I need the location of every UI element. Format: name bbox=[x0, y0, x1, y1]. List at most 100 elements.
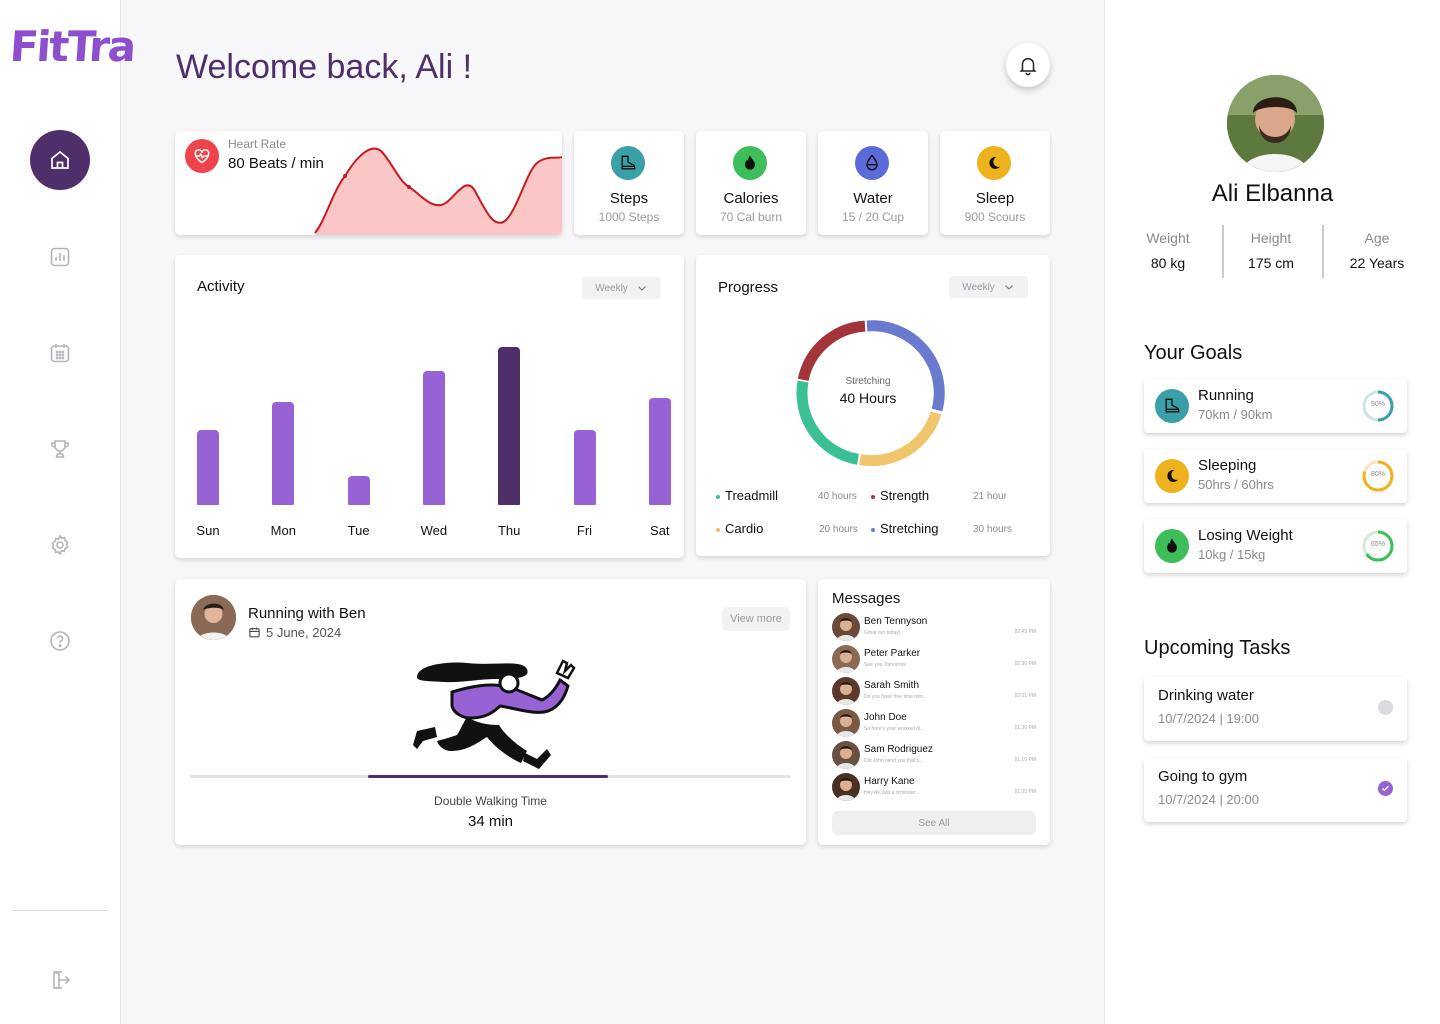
workout-date-row: 5 June, 2024 bbox=[248, 625, 341, 640]
nav-trophy[interactable] bbox=[30, 419, 90, 479]
workout-progress-fill bbox=[368, 775, 609, 778]
goal-title: Losing Weight bbox=[1198, 527, 1293, 544]
bell-icon bbox=[1019, 57, 1037, 76]
legend-label: Treadmill bbox=[725, 488, 778, 503]
messages-card: Messages Ben Tennyson Great run today! 02:… bbox=[818, 579, 1050, 845]
metric-divider bbox=[1322, 225, 1324, 278]
drop-icon bbox=[855, 146, 889, 180]
goal-card[interactable]: Running 70km / 90km 50% bbox=[1144, 379, 1407, 433]
avatar bbox=[832, 741, 860, 769]
activity-period-dropdown[interactable]: Weekly bbox=[582, 277, 661, 299]
goal-percent: 80% bbox=[1370, 471, 1385, 478]
task-checkbox[interactable] bbox=[1378, 781, 1393, 796]
legend-dot bbox=[871, 494, 875, 499]
message-sender: Sarah Smith bbox=[864, 680, 920, 691]
task-datetime: 10/7/2024 | 19:00 bbox=[1158, 711, 1259, 726]
message-time: 01:05 PM bbox=[1014, 789, 1036, 795]
message-row[interactable]: Peter Parker See you Tomorrow 02:30 PM bbox=[832, 645, 1036, 673]
legend-label: Cardio bbox=[725, 521, 764, 536]
boot-icon bbox=[1155, 389, 1189, 423]
legend-value: 21 hour bbox=[973, 491, 1007, 502]
flame-icon bbox=[733, 146, 767, 180]
task-checkbox[interactable] bbox=[1378, 700, 1393, 715]
dropdown-label: Weekly bbox=[595, 282, 628, 294]
nav-settings[interactable] bbox=[30, 515, 90, 575]
legend-value: 30 hours bbox=[973, 524, 1012, 535]
profile-avatar[interactable] bbox=[1227, 75, 1324, 172]
metric-age: Age 22 Years bbox=[1327, 230, 1427, 271]
progress-period-dropdown[interactable]: Weekly bbox=[949, 276, 1028, 298]
logout-button[interactable] bbox=[30, 950, 90, 1010]
chevron-down-icon bbox=[1004, 285, 1013, 290]
activity-bar[interactable] bbox=[197, 430, 219, 505]
activity-bar[interactable] bbox=[422, 371, 445, 505]
calendar-icon bbox=[50, 344, 70, 363]
activity-bar[interactable] bbox=[272, 402, 295, 505]
help-icon bbox=[50, 631, 70, 651]
message-time: 02:01 PM bbox=[1014, 693, 1036, 699]
nav-calendar[interactable] bbox=[30, 323, 90, 383]
nav-home[interactable] bbox=[30, 130, 90, 190]
legend-dot bbox=[716, 527, 720, 532]
dropdown-label: Weekly bbox=[962, 281, 995, 293]
message-row[interactable]: Sarah Smith Do you have free time tom... 0… bbox=[832, 677, 1036, 705]
calories-card[interactable]: Calories 70 Cal burn bbox=[696, 131, 806, 235]
goals-title: Your Goals bbox=[1144, 342, 1243, 364]
activity-bar[interactable] bbox=[648, 398, 671, 505]
goal-sub: 10kg / 15kg bbox=[1198, 547, 1266, 562]
nav-help[interactable] bbox=[30, 611, 90, 671]
metric-value: 80 kg bbox=[1150, 255, 1186, 271]
message-preview: Did John send you that p... bbox=[864, 758, 924, 764]
message-preview: Great run today! bbox=[864, 630, 901, 636]
message-row[interactable]: Ben Tennyson Great run today! 02:45 PM bbox=[832, 613, 1036, 641]
view-more-button[interactable]: View more bbox=[722, 607, 790, 631]
goal-progress-ring: 50% bbox=[1361, 389, 1395, 423]
goal-card[interactable]: Losing Weight 10kg / 15kg 65% bbox=[1144, 519, 1407, 573]
message-preview: Hey Ali, just a reminder... bbox=[864, 790, 920, 796]
message-row[interactable]: John Doe So here's your workout pl... 01:3… bbox=[832, 709, 1036, 737]
avatar bbox=[832, 677, 860, 705]
legend-value: 20 hours bbox=[819, 524, 858, 535]
nav-stats[interactable] bbox=[30, 227, 90, 287]
app-logo[interactable]: FitTra bbox=[8, 22, 136, 71]
goal-title: Sleeping bbox=[1198, 457, 1257, 474]
message-time: 01:30 PM bbox=[1014, 725, 1036, 731]
heart-rate-card[interactable]: Heart Rate 80 Beats / min bbox=[175, 131, 562, 235]
message-sender: John Doe bbox=[864, 712, 907, 723]
goal-progress-ring: 65% bbox=[1361, 529, 1395, 563]
notification-button[interactable] bbox=[1006, 43, 1050, 87]
task-card[interactable]: Drinking water 10/7/2024 | 19:00 bbox=[1144, 677, 1407, 741]
stat-sub: 900 Scours bbox=[964, 210, 1026, 224]
activity-bar[interactable] bbox=[498, 347, 521, 505]
see-all-button[interactable]: See All bbox=[832, 811, 1036, 835]
water-card[interactable]: Water 15 / 20 Cup bbox=[818, 131, 928, 235]
activity-day-label: Sat bbox=[650, 523, 670, 538]
metric-height: Height 175 cm bbox=[1221, 230, 1321, 271]
task-title: Going to gym bbox=[1158, 768, 1248, 785]
stat-sub: 1000 Steps bbox=[598, 210, 660, 224]
activity-bar[interactable] bbox=[573, 430, 596, 505]
home-icon bbox=[51, 150, 69, 169]
steps-card[interactable]: Steps 1000 Steps bbox=[574, 131, 684, 235]
message-row[interactable]: Harry Kane Hey Ali, just a reminder... 01:… bbox=[832, 773, 1036, 801]
metric-label: Height bbox=[1250, 230, 1292, 246]
avatar bbox=[191, 595, 236, 640]
message-row[interactable]: Sam Rodriguez Did John send you that p...… bbox=[832, 741, 1036, 769]
trophy-icon bbox=[51, 440, 69, 458]
stat-title: Calories bbox=[723, 190, 779, 207]
message-sender: Harry Kane bbox=[864, 776, 915, 787]
goal-sub: 50hrs / 60hrs bbox=[1198, 477, 1274, 492]
legend-item: Stretching bbox=[871, 521, 939, 536]
stat-title: Steps bbox=[609, 190, 649, 207]
message-preview: See you Tomorrow bbox=[864, 662, 906, 668]
sleep-card[interactable]: Sleep 900 Scours bbox=[940, 131, 1050, 235]
task-card[interactable]: Going to gym 10/7/2024 | 20:00 bbox=[1144, 758, 1407, 822]
activity-bar[interactable] bbox=[347, 476, 370, 505]
activity-day-label: Fri bbox=[576, 523, 593, 538]
donut-segment-strength bbox=[797, 320, 866, 382]
donut-segment-cardio bbox=[859, 411, 942, 467]
stat-sub: 70 Cal burn bbox=[719, 210, 783, 224]
task-title: Drinking water bbox=[1158, 687, 1254, 704]
legend-dot bbox=[871, 527, 875, 532]
goal-card[interactable]: Sleeping 50hrs / 60hrs 80% bbox=[1144, 449, 1407, 503]
